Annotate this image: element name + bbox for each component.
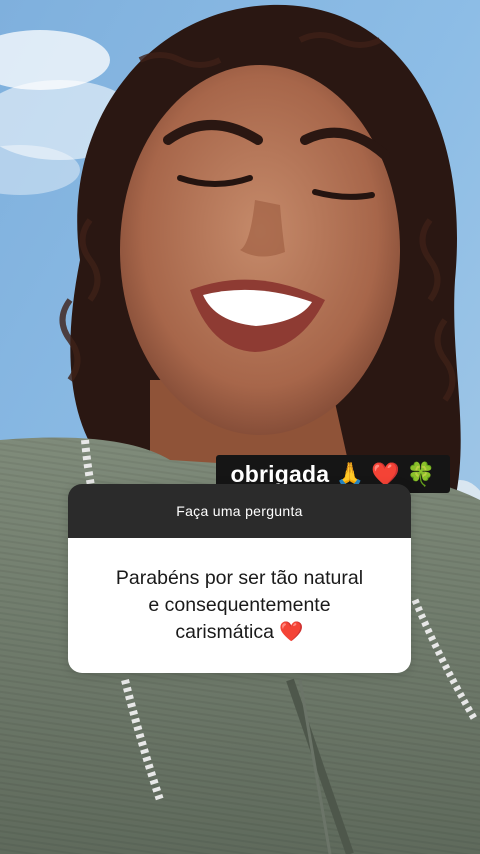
- question-header: Faça uma pergunta: [68, 484, 411, 538]
- story-view[interactable]: obrigada 🙏 ❤️ 🍀 Faça uma pergunta Parabé…: [0, 0, 480, 854]
- question-sticker[interactable]: Faça uma pergunta Parabéns por ser tão n…: [68, 484, 411, 673]
- question-answer: Parabéns por ser tão natural e consequen…: [68, 538, 411, 673]
- background-photo: [0, 0, 480, 854]
